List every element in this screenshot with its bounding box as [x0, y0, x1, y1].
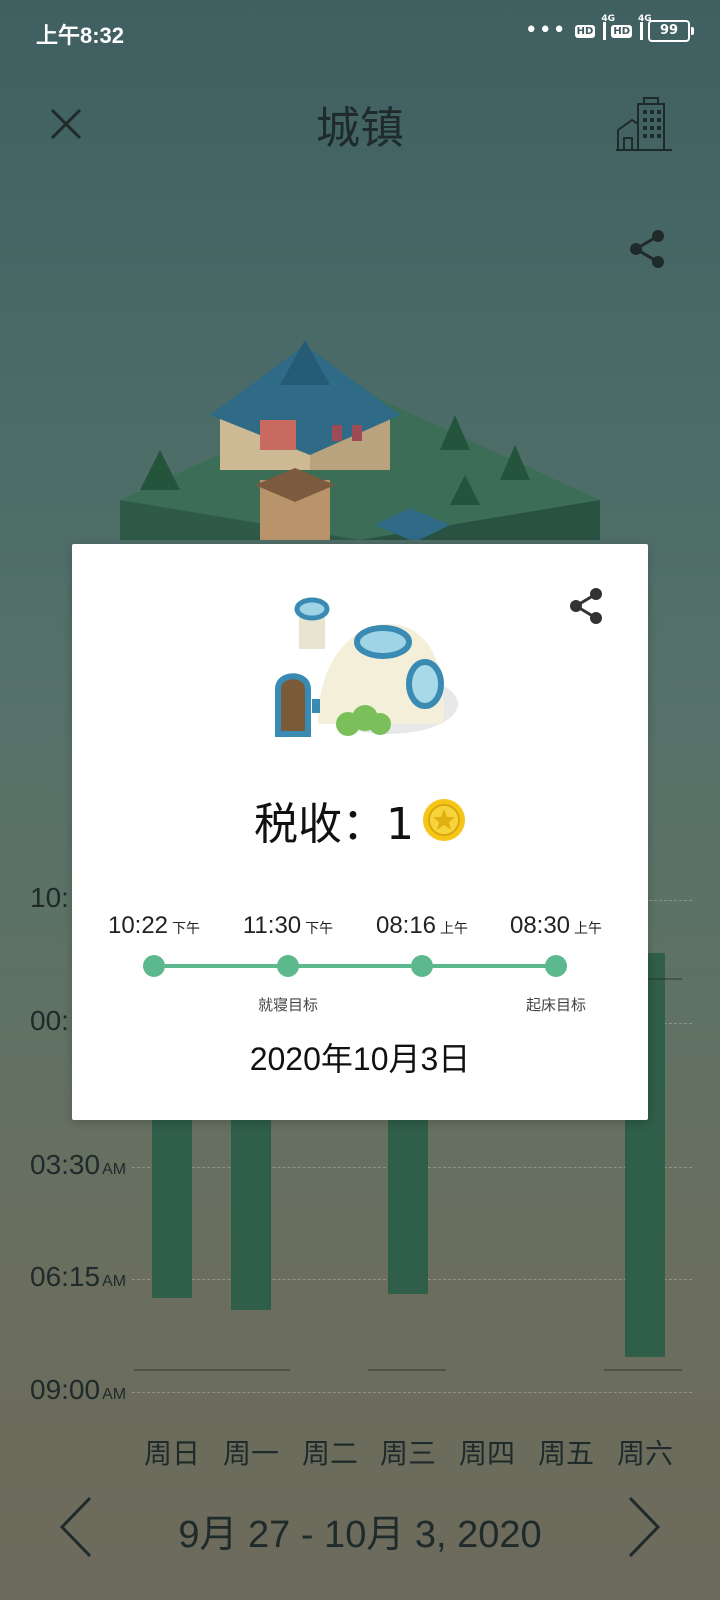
battery-icon: 99 [648, 20, 694, 42]
town-illustration [110, 330, 610, 610]
timeline-note: 起床目标 [525, 996, 587, 1014]
page-title: 城镇 [316, 103, 404, 154]
city-buildings-icon[interactable] [614, 94, 674, 154]
x-tick-label: 周日 [143, 1437, 200, 1470]
timeline-note: 就寝目标 [257, 996, 319, 1014]
battery-level: 99 [648, 20, 690, 42]
x-tick-label: 周三 [379, 1437, 436, 1470]
x-tick-label: 周四 [458, 1437, 515, 1470]
goal-line [368, 1369, 446, 1372]
tax-row: 税收：1 [72, 788, 648, 852]
y-tick-label: 00: [30, 1005, 69, 1036]
share-icon[interactable] [566, 586, 606, 626]
dome-house-icon [268, 594, 468, 744]
popup-date: 2020年10月3日 [249, 1041, 471, 1077]
status-bar: 上午8:32 ••• HD 4G HD 4G 99 [0, 0, 720, 64]
x-tick-label: 周一 [222, 1437, 279, 1470]
tax-label: 税收：1 [254, 799, 414, 850]
x-tick-label: 周五 [537, 1437, 594, 1470]
hd-icon: HD [574, 24, 596, 38]
coin-icon [422, 798, 466, 842]
x-tick-label: 周六 [616, 1437, 673, 1470]
goal-line [134, 1369, 290, 1372]
chevron-right-icon[interactable] [624, 1494, 664, 1560]
status-time: 上午8:32 [36, 23, 125, 48]
more-dots-icon: ••• [524, 18, 567, 43]
timeline-time: 08:30 上午 [509, 912, 603, 939]
timeline-time: 11:30 下午 [242, 912, 334, 939]
timeline-dot [143, 955, 165, 977]
hd-icon-2: HD [611, 24, 632, 38]
date-range-label: 9月 27 - 10月 3, 2020 [178, 1514, 542, 1556]
y-tick-label: 09:00 AM [30, 1374, 127, 1405]
y-tick-label: 06:15 AM [30, 1261, 127, 1293]
detail-popup: 税收：1 10:22 下午 11:30 下午 08:16 上午 08:30 上午 2020年1… [72, 544, 648, 1120]
timeline-line [154, 964, 564, 968]
timeline-dot [411, 955, 433, 977]
y-tick-label: 03:30 AM [30, 1148, 127, 1180]
timeline-time: 10:22 下午 [107, 912, 201, 939]
y-tick-label: 10: [30, 882, 69, 913]
status-icons: ••• HD 4G HD 4G 99 [524, 14, 694, 43]
timeline-time: 08:16 上午 [375, 912, 469, 939]
timeline-dot [545, 955, 567, 977]
timeline-dot [277, 955, 299, 977]
share-icon[interactable] [626, 228, 668, 270]
goal-line [604, 1369, 682, 1372]
grid-line [132, 1392, 692, 1393]
x-tick-label: 周二 [301, 1437, 358, 1470]
